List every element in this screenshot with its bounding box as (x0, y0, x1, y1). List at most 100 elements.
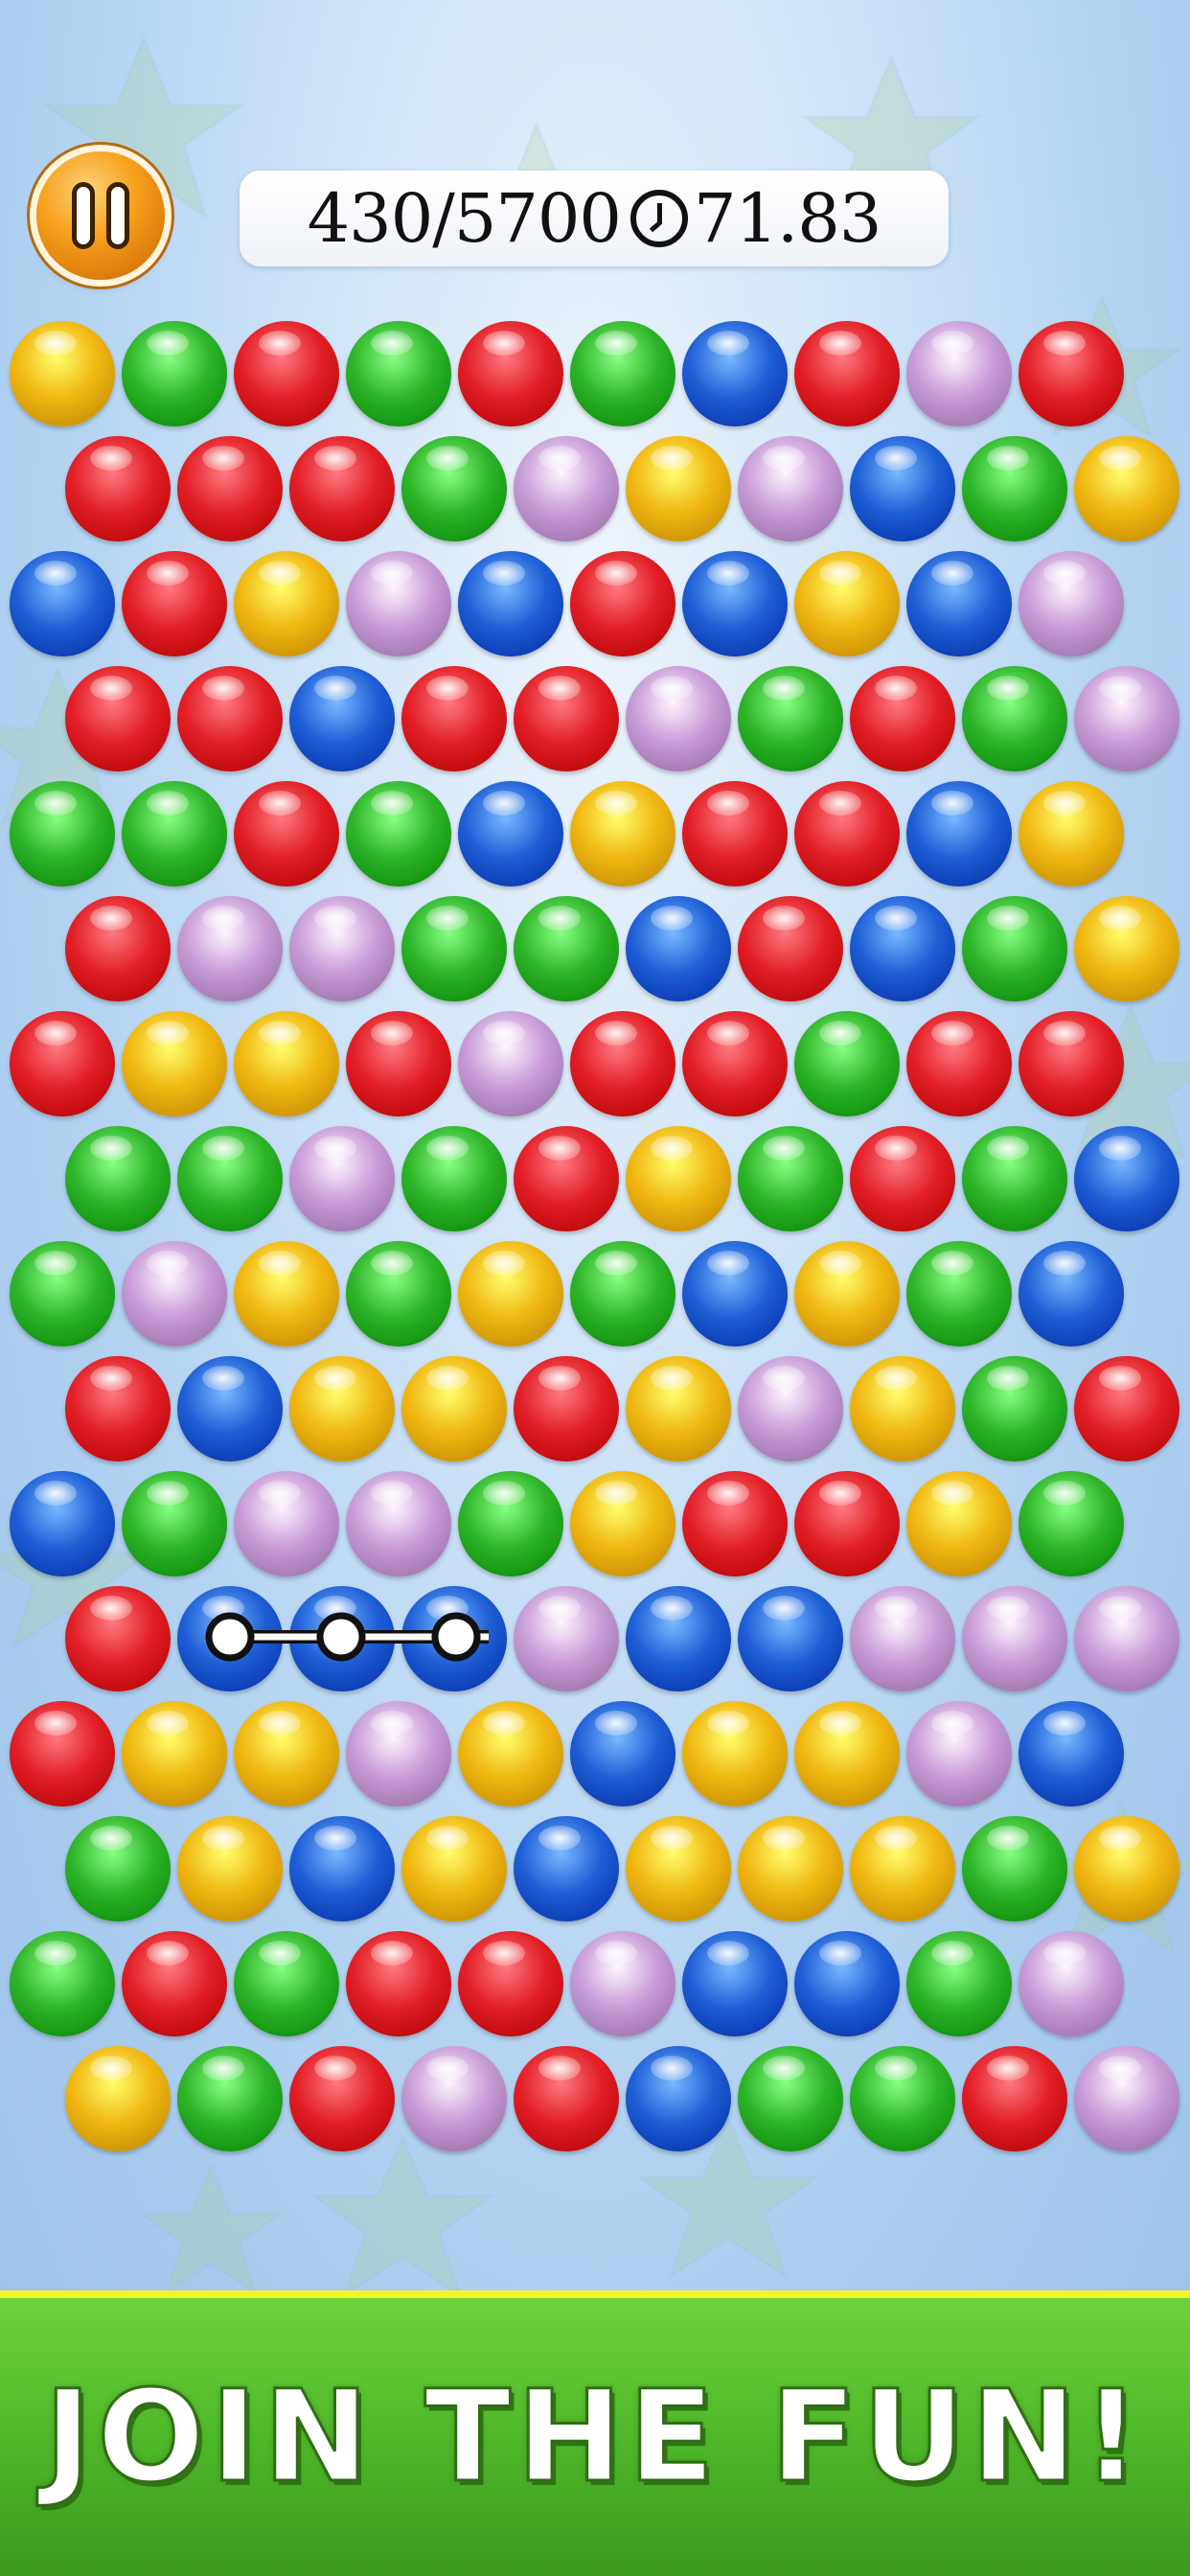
bubble-green[interactable] (122, 321, 227, 426)
bubble-yellow[interactable] (626, 1816, 731, 1921)
bubble-blue[interactable] (626, 2046, 731, 2151)
bubble-purple[interactable] (289, 896, 395, 1001)
bubble-blue[interactable] (682, 551, 788, 656)
bubble-yellow[interactable] (682, 1701, 788, 1806)
bubble-red[interactable] (514, 1126, 619, 1231)
bubble-blue[interactable] (850, 896, 955, 1001)
bubble-red[interactable] (1018, 321, 1124, 426)
bubble-green[interactable] (65, 1126, 171, 1231)
bubble-red[interactable] (458, 1931, 563, 2036)
bubble-red[interactable] (850, 1126, 955, 1231)
bubble-green[interactable] (906, 1241, 1012, 1346)
bubble-green[interactable] (346, 781, 451, 886)
bubble-purple[interactable] (906, 321, 1012, 426)
bubble-purple[interactable] (1074, 1586, 1179, 1691)
bubble-purple[interactable] (626, 666, 731, 771)
bubble-green[interactable] (458, 1471, 563, 1576)
bubble-yellow[interactable] (570, 781, 675, 886)
bubble-red[interactable] (682, 1471, 788, 1576)
bubble-green[interactable] (122, 781, 227, 886)
bubble-red[interactable] (65, 1356, 171, 1461)
bubble-yellow[interactable] (122, 1701, 227, 1806)
bubble-yellow[interactable] (794, 1701, 900, 1806)
bubble-green[interactable] (65, 1816, 171, 1921)
bubble-blue[interactable] (1018, 1701, 1124, 1806)
bubble-red[interactable] (122, 1931, 227, 2036)
bubble-purple[interactable] (1018, 551, 1124, 656)
bubble-blue[interactable] (1074, 1126, 1179, 1231)
bubble-red[interactable] (906, 1011, 1012, 1116)
bubble-green[interactable] (177, 2046, 283, 2151)
bubble-red[interactable] (570, 551, 675, 656)
bubble-purple[interactable] (401, 2046, 507, 2151)
bubble-yellow[interactable] (401, 1816, 507, 1921)
bubble-purple[interactable] (346, 1471, 451, 1576)
bubble-blue[interactable] (10, 1471, 115, 1576)
bubble-green[interactable] (177, 1126, 283, 1231)
bubble-green[interactable] (346, 321, 451, 426)
bubble-green[interactable] (738, 1126, 843, 1231)
bubble-yellow[interactable] (906, 1471, 1012, 1576)
bubble-purple[interactable] (570, 1931, 675, 2036)
bubble-purple[interactable] (346, 551, 451, 656)
bubble-yellow[interactable] (10, 321, 115, 426)
bubble-blue[interactable] (626, 1586, 731, 1691)
bubble-blue[interactable] (682, 1241, 788, 1346)
bubble-red[interactable] (122, 551, 227, 656)
bubble-green[interactable] (962, 896, 1067, 1001)
bubble-yellow[interactable] (626, 1356, 731, 1461)
bubble-yellow[interactable] (177, 1816, 283, 1921)
bubble-green[interactable] (962, 1816, 1067, 1921)
bubble-purple[interactable] (1018, 1931, 1124, 2036)
bubble-blue[interactable] (1018, 1241, 1124, 1346)
bubble-purple[interactable] (1074, 2046, 1179, 2151)
bubble-green[interactable] (234, 1931, 339, 2036)
bubble-red[interactable] (682, 1011, 788, 1116)
bubble-red[interactable] (514, 1356, 619, 1461)
bubble-blue[interactable] (289, 666, 395, 771)
bubble-green[interactable] (10, 1931, 115, 2036)
bubble-purple[interactable] (234, 1471, 339, 1576)
bubble-green[interactable] (962, 1356, 1067, 1461)
bubble-yellow[interactable] (1018, 781, 1124, 886)
bubble-green[interactable] (514, 896, 619, 1001)
bubble-red[interactable] (346, 1011, 451, 1116)
bubble-red[interactable] (177, 666, 283, 771)
bubble-green[interactable] (962, 436, 1067, 541)
bubble-yellow[interactable] (234, 1701, 339, 1806)
bubble-purple[interactable] (514, 436, 619, 541)
bubble-red[interactable] (234, 781, 339, 886)
bubble-green[interactable] (401, 1126, 507, 1231)
bubble-blue[interactable] (906, 551, 1012, 656)
bubble-yellow[interactable] (794, 1241, 900, 1346)
bubble-green[interactable] (962, 1126, 1067, 1231)
bubble-blue[interactable] (906, 781, 1012, 886)
bubble-yellow[interactable] (1074, 896, 1179, 1001)
bubble-blue[interactable] (177, 1356, 283, 1461)
bubble-green[interactable] (794, 1011, 900, 1116)
bubble-red[interactable] (65, 436, 171, 541)
bubble-yellow[interactable] (850, 1816, 955, 1921)
bubble-green[interactable] (570, 1241, 675, 1346)
bubble-blue[interactable] (458, 551, 563, 656)
bubble-yellow[interactable] (234, 1011, 339, 1116)
bubble-red[interactable] (794, 781, 900, 886)
bubble-yellow[interactable] (626, 1126, 731, 1231)
bubble-blue[interactable] (738, 1586, 843, 1691)
bubble-red[interactable] (570, 1011, 675, 1116)
bubble-yellow[interactable] (458, 1241, 563, 1346)
bubble-green[interactable] (738, 2046, 843, 2151)
bubble-red[interactable] (346, 1931, 451, 2036)
bubble-red[interactable] (962, 2046, 1067, 2151)
bubble-purple[interactable] (738, 436, 843, 541)
bubble-purple[interactable] (906, 1701, 1012, 1806)
bubble-yellow[interactable] (1074, 1816, 1179, 1921)
bubble-green[interactable] (10, 781, 115, 886)
bubble-red[interactable] (794, 1471, 900, 1576)
bubble-purple[interactable] (122, 1241, 227, 1346)
bubble-purple[interactable] (850, 1586, 955, 1691)
bubble-red[interactable] (1074, 1356, 1179, 1461)
bubble-red[interactable] (65, 896, 171, 1001)
bubble-blue[interactable] (458, 781, 563, 886)
bubble-green[interactable] (346, 1241, 451, 1346)
